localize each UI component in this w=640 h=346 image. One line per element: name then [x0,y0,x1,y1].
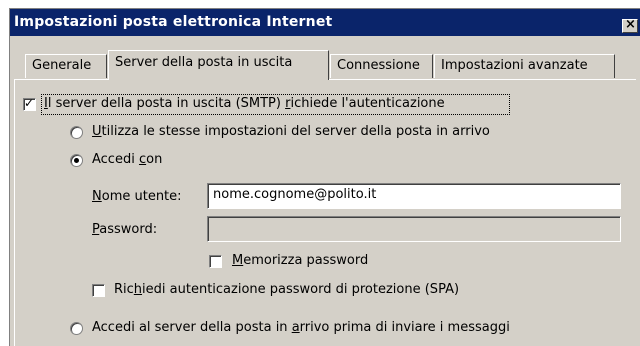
mnemonic: a [291,320,300,335]
tab-connessione[interactable]: Connessione [330,54,433,78]
mnemonic: U [92,124,102,139]
pop-before-smtp-radio[interactable] [70,322,83,335]
label-part: on [146,152,163,167]
username-input[interactable]: nome.cognome@polito.it [207,183,621,209]
label-part: Ric [114,282,134,297]
tab-server-posta-uscita[interactable]: Server della posta in uscita [108,50,329,80]
smtp-auth-label[interactable]: Il server della posta in uscita (SMTP) r… [44,96,445,111]
login-with-label[interactable]: Accedi con [92,152,162,167]
pop-before-smtp-label[interactable]: Accedi al server della posta in arrivo p… [92,320,510,335]
password-input[interactable] [207,216,621,242]
mnemonic: h [133,282,143,297]
tab-impostazioni-avanzate[interactable]: Impostazioni avanzate [434,54,615,78]
mnemonic: N [92,189,102,204]
label-part: l server della posta in uscita (SMTP) [47,96,286,111]
radio-selected-dot [74,158,79,163]
tab-label: Server della posta in uscita [115,55,293,70]
label-part: emorizza password [243,253,369,268]
same-settings-label[interactable]: Utilizza le stesse impostazioni del serv… [92,124,490,139]
close-icon: × [625,17,636,32]
same-settings-radio[interactable] [70,126,83,139]
spa-checkbox[interactable] [92,284,105,297]
settings-dialog: Impostazioni posta elettronica Internet … [9,8,640,346]
label-part: ichiede l'autenticazione [290,96,445,111]
tab-generale[interactable]: Generale [25,54,107,78]
checkmark-icon: ✓ [24,96,35,110]
label-part: Accedi al server della posta in [92,320,292,335]
remember-password-label[interactable]: Memorizza password [232,253,368,268]
mnemonic: M [232,253,244,268]
close-button[interactable]: × [622,17,638,33]
label-part: Accedi [92,152,139,167]
tab-label: Generale [32,58,92,73]
password-label: Password: [92,222,157,237]
tab-label: Impostazioni avanzate [441,58,588,73]
tab-label: Connessione [337,58,420,73]
login-with-radio[interactable] [70,154,83,167]
remember-password-checkbox[interactable] [209,255,222,268]
label-part: rrivo prima di inviare i messaggi [299,320,510,335]
label-part: tilizza le stesse impostazioni del serve… [101,124,490,139]
label-part: iedi autenticazione password di protezio… [142,282,460,297]
label-part: assword: [99,222,158,237]
username-label: Nome utente: [92,189,182,204]
tab-panel [14,79,636,346]
label-part: ome utente: [101,189,182,204]
smtp-auth-checkbox[interactable]: ✓ [23,96,36,111]
window-title: Impostazioni posta elettronica Internet [14,14,333,30]
spa-label[interactable]: Richiedi autenticazione password di prot… [114,282,459,297]
title-bar: Impostazioni posta elettronica Internet … [10,9,640,36]
